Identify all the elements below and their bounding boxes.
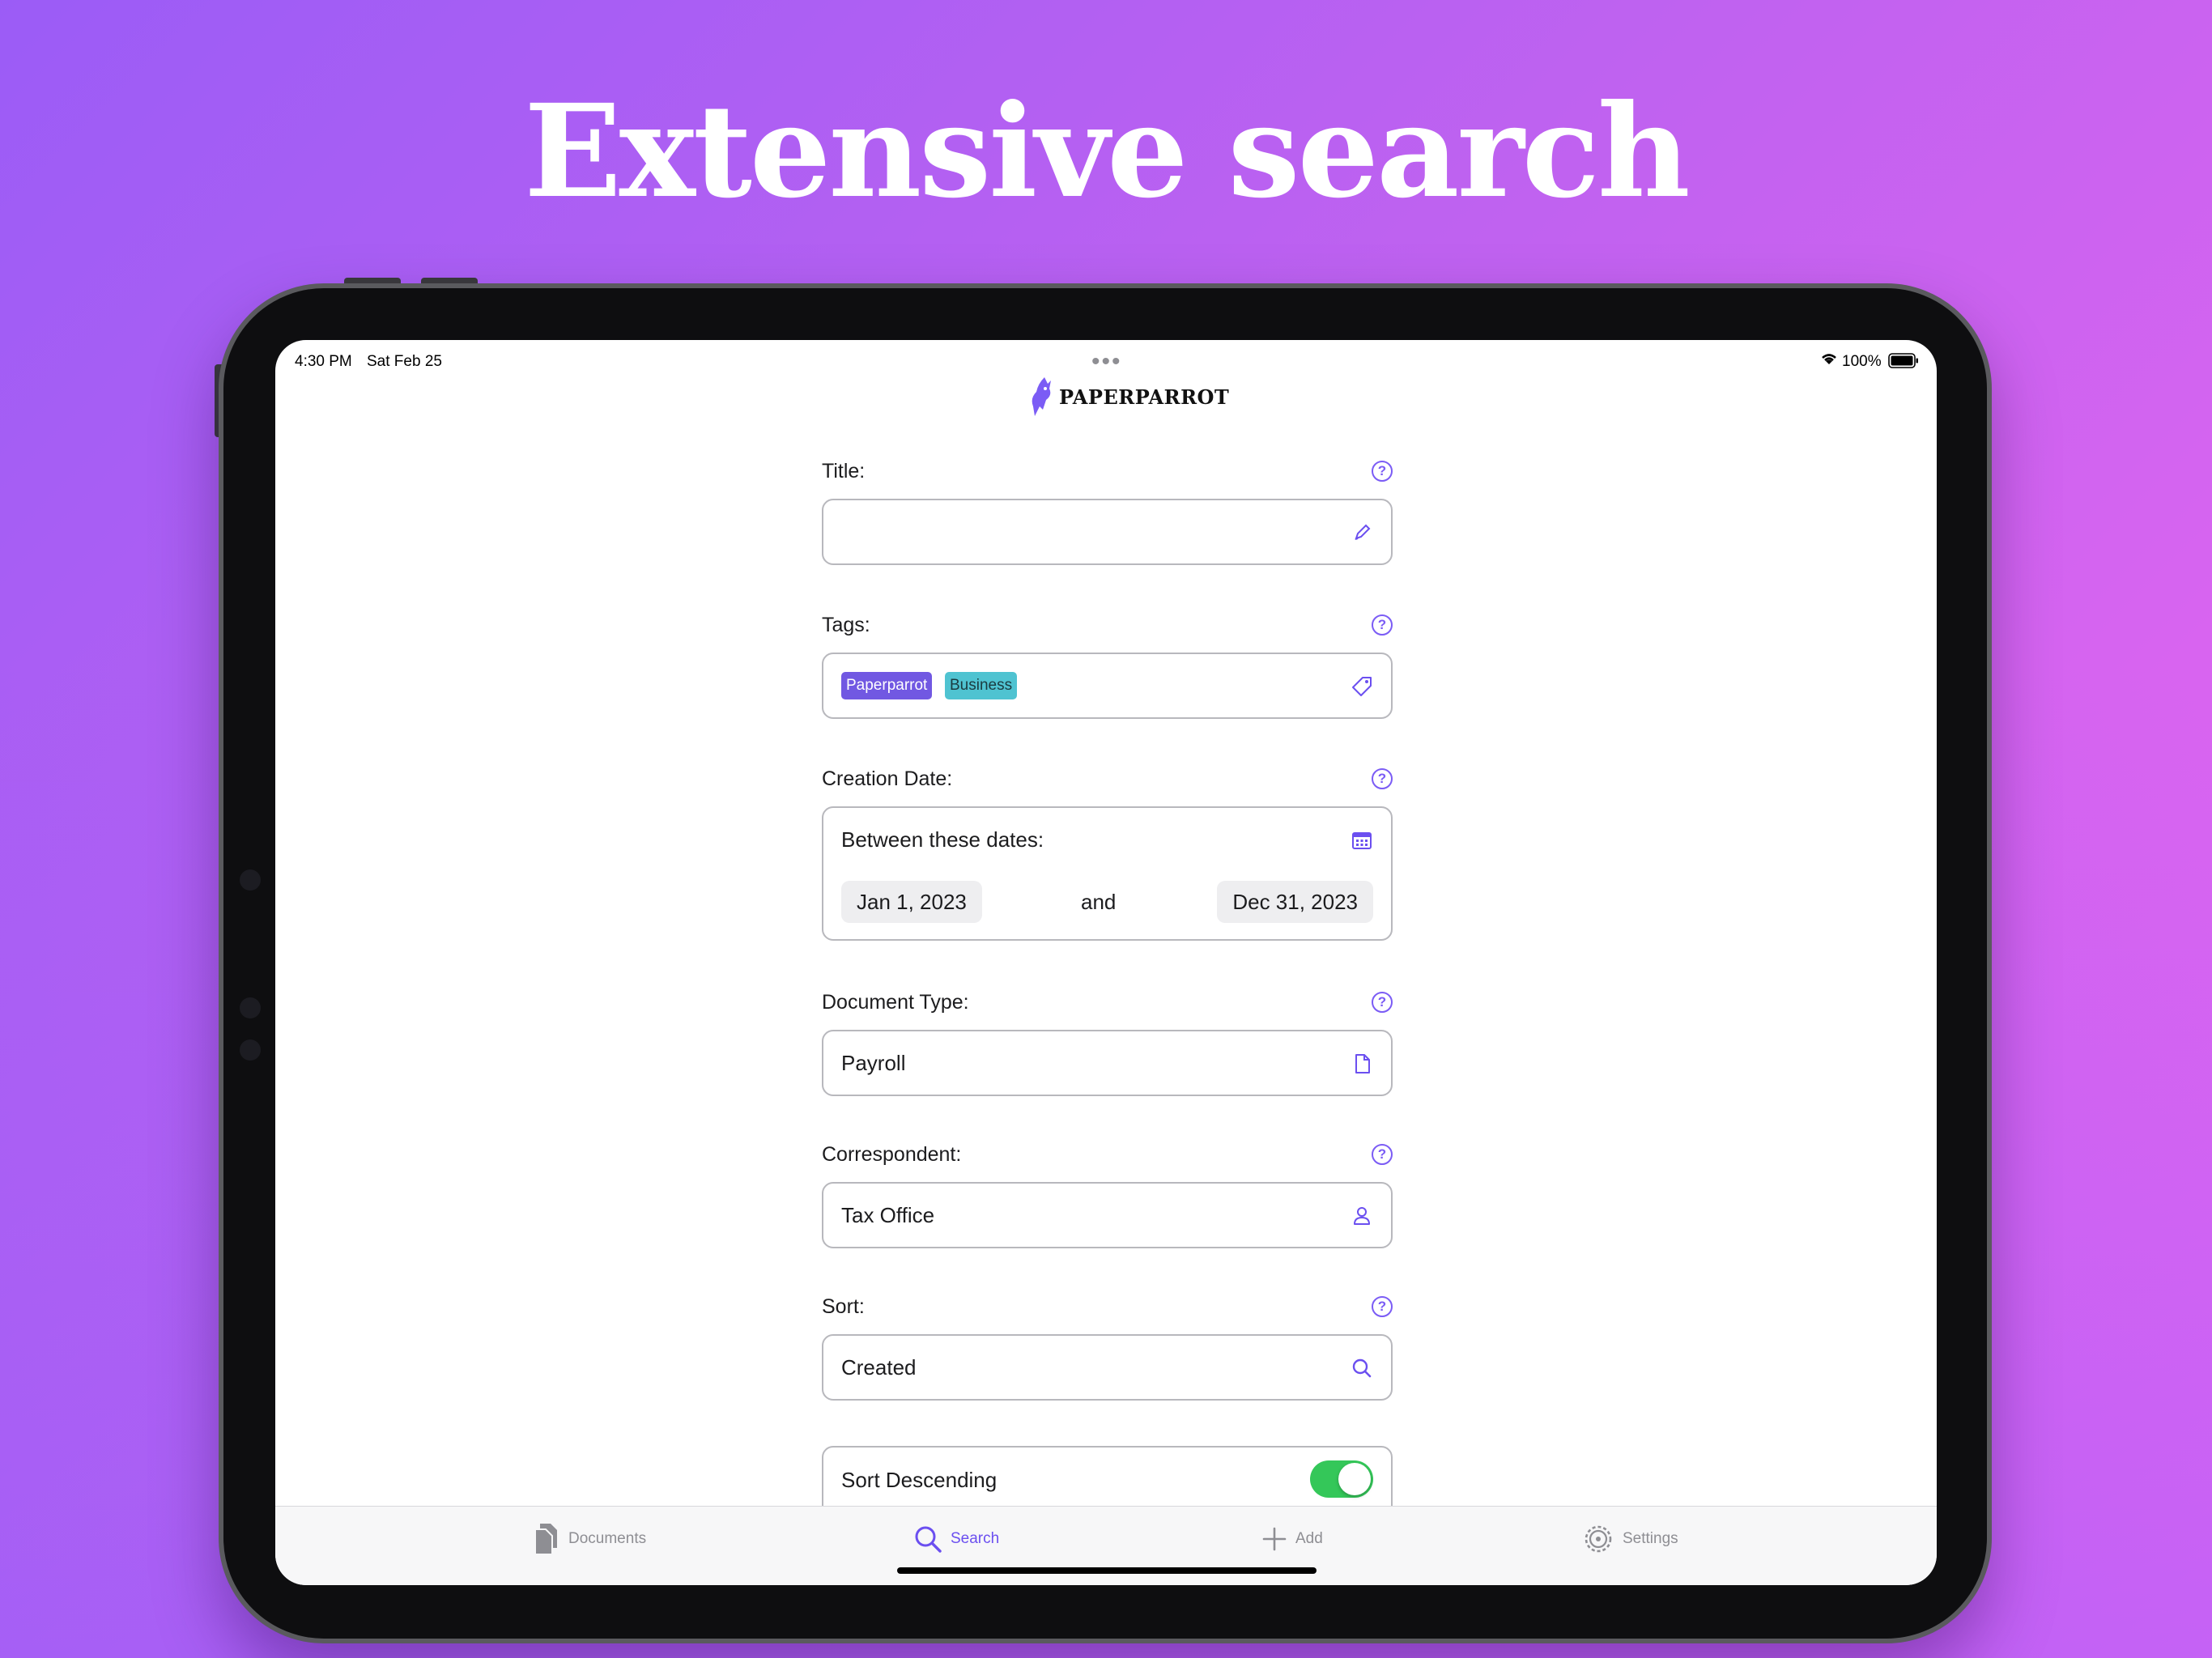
home-indicator[interactable] [897, 1567, 1317, 1574]
tab-add-label: Add [1295, 1530, 1323, 1547]
camera-dot [240, 997, 261, 1018]
gear-icon [1585, 1525, 1612, 1553]
creation-date-label: Creation Date: [822, 767, 953, 790]
document-type-field[interactable]: Payroll [822, 1030, 1393, 1096]
correspondent-value: Tax Office [841, 1203, 935, 1227]
sort-label: Sort: [822, 1295, 865, 1318]
creation-date-help-icon[interactable]: ? [1372, 768, 1393, 789]
correspondent-help-icon[interactable]: ? [1372, 1144, 1393, 1165]
document-type-value: Payroll [841, 1051, 906, 1075]
sort-field[interactable]: Created [822, 1334, 1393, 1401]
sort-value: Created [841, 1355, 917, 1380]
status-time: 4:30 PM [295, 353, 352, 370]
tab-settings-label: Settings [1623, 1530, 1678, 1547]
app-logo: PAPERPARROT [1027, 372, 1229, 421]
document-icon [1355, 1054, 1370, 1073]
search-icon [915, 1526, 942, 1553]
tab-documents[interactable]: Documents [533, 1521, 646, 1557]
document-type-label: Document Type: [822, 991, 969, 1014]
parrot-icon [1032, 377, 1051, 416]
sort-help-icon[interactable]: ? [1372, 1296, 1393, 1317]
tab-add[interactable]: Add [1261, 1521, 1323, 1557]
status-date: Sat Feb 25 [367, 353, 442, 370]
correspondent-field[interactable]: Tax Office [822, 1182, 1393, 1248]
tags-label: Tags: [822, 614, 870, 636]
plus-icon [1262, 1527, 1287, 1551]
tab-documents-label: Documents [568, 1530, 647, 1547]
app-screen: 4:30 PM Sat Feb 25 ••• 100% PAPERPARROT … [275, 340, 1937, 1585]
correspondent-label: Correspondent: [822, 1143, 962, 1166]
calendar-icon[interactable] [1351, 829, 1373, 852]
pencil-icon [1355, 524, 1371, 540]
creation-date-field: Between these dates: Jan 1, 2023 and Dec… [822, 806, 1393, 941]
tags-help-icon[interactable]: ? [1372, 614, 1393, 636]
start-date-picker[interactable]: Jan 1, 2023 [841, 881, 982, 923]
end-date-picker[interactable]: Dec 31, 2023 [1217, 881, 1373, 923]
tab-search-label: Search [951, 1530, 1000, 1547]
documents-icon [534, 1524, 557, 1555]
title-help-icon[interactable]: ? [1372, 461, 1393, 482]
title-label: Title: [822, 460, 866, 483]
tag-icon [1352, 677, 1372, 696]
document-type-help-icon[interactable]: ? [1372, 992, 1393, 1013]
search-icon [1352, 1358, 1372, 1378]
tab-settings[interactable]: Settings [1582, 1521, 1678, 1557]
sort-descending-toggle[interactable] [1310, 1460, 1373, 1498]
person-icon [1354, 1207, 1370, 1225]
battery-percent: 100% [1842, 353, 1882, 370]
tag-business[interactable]: Business [945, 672, 1018, 699]
toggle-knob [1338, 1463, 1371, 1495]
date-connector: and [1081, 890, 1117, 914]
battery-icon [1888, 353, 1919, 374]
tab-search[interactable]: Search [913, 1521, 999, 1557]
multitasking-dots[interactable]: ••• [1091, 348, 1122, 376]
title-input[interactable] [822, 499, 1393, 565]
tag-paperparrot[interactable]: Paperparrot [841, 672, 933, 699]
camera-dot [240, 1039, 261, 1061]
tags-field[interactable]: Paperparrot Business [822, 653, 1393, 719]
wifi-icon [1819, 351, 1839, 371]
date-mode[interactable]: Between these dates: [841, 827, 1044, 852]
camera-dot [240, 869, 261, 891]
sort-descending-label: Sort Descending [841, 1468, 998, 1492]
app-logo-text: PAPERPARROT [1059, 385, 1230, 409]
headline: Extensive search [524, 77, 1691, 227]
